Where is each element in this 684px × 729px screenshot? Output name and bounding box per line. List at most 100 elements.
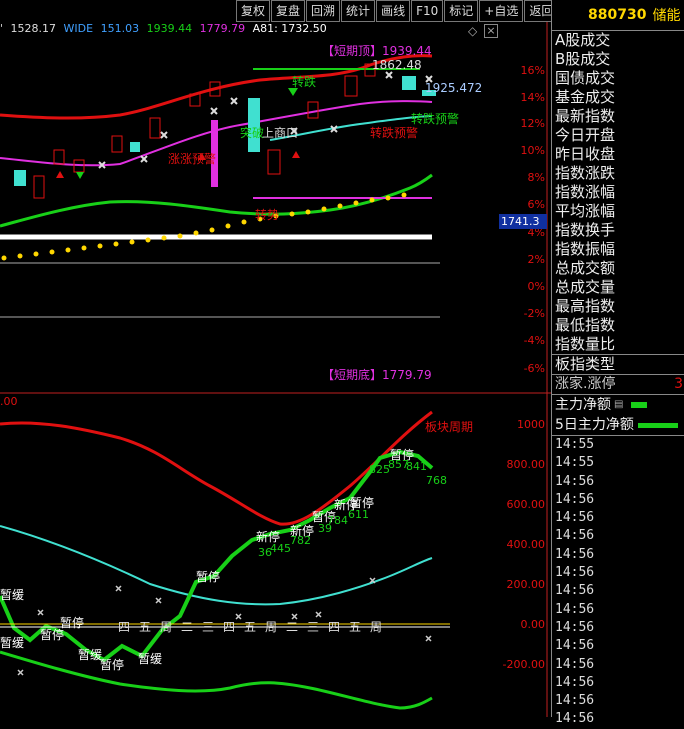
field-item[interactable]: 国债成交	[552, 69, 684, 88]
stock-code: 880730	[588, 7, 647, 23]
lower-annot: 暂停	[100, 658, 125, 672]
time-row: 14:56	[555, 491, 595, 507]
toolbar-button-2[interactable]: 回溯	[306, 0, 341, 22]
upper-axis-label: 2%	[528, 253, 545, 266]
toolbar-button-6[interactable]: 标记	[444, 0, 479, 22]
field-item[interactable]: 基金成交	[552, 88, 684, 107]
lower-num: 36	[258, 546, 272, 559]
lower-axis-label: 400.00	[507, 538, 546, 551]
time-row: 14:56	[555, 583, 595, 599]
time-row: 14:56	[555, 674, 595, 690]
lower-axis-label: 200.00	[507, 578, 546, 591]
time-list: 14:55 14:55 14:56 14:56 14:56 14:56 14:56 14:56…	[552, 436, 684, 729]
field-item[interactable]: 最高指数	[552, 297, 684, 316]
legend-5day-label: 5日主力净额	[555, 417, 634, 433]
lower-axis-label: 800.00	[507, 458, 546, 471]
lower-annot: 暂缓	[138, 652, 163, 666]
lower-annot: 暂缓	[0, 588, 25, 602]
upper-axis-label: 14%	[521, 91, 545, 104]
field-item[interactable]: 指数涨幅	[552, 183, 684, 202]
lower-axis-label: 0.00	[521, 618, 546, 631]
week-labels: 四五周二三四五周二三四五周	[118, 620, 392, 634]
upper-axis-label: 12%	[521, 117, 545, 130]
current-price-box: 1741.3	[499, 214, 547, 229]
time-row: 14:56	[555, 601, 595, 617]
time-row: 14:56	[555, 693, 595, 709]
toolbar-button-5[interactable]: F10	[411, 0, 444, 22]
field-item[interactable]: 最低指数	[552, 316, 684, 335]
toolbar-button-7[interactable]: +自选	[479, 0, 524, 22]
toolbar-button-0[interactable]: 复权	[236, 0, 271, 22]
field-item[interactable]: 今日开盘	[552, 126, 684, 145]
toolbar-button-1[interactable]: 复盘	[271, 0, 306, 22]
zhangjia-value: 3	[674, 376, 683, 392]
legend-5day-swatch	[637, 422, 678, 428]
price-2: 1925.472	[425, 81, 483, 95]
main-chart: 16%14%12%10%8%6%4%2%0%-2%-4%-6% 1000800.…	[0, 22, 551, 717]
time-row: 14:55	[555, 455, 595, 471]
field-item[interactable]: 板指类型	[552, 354, 684, 374]
time-row: 14:56	[555, 510, 595, 526]
annot-zhuangshi: 转势	[255, 208, 280, 222]
toolbar-button-3[interactable]: 统计	[341, 0, 376, 22]
annot-zhuandie: 转跌	[292, 75, 317, 89]
field-item[interactable]: 指数量比	[552, 335, 684, 354]
upper-axis-label: 8%	[528, 171, 545, 184]
field-item[interactable]: 总成交量	[552, 278, 684, 297]
field-item[interactable]: 平均涨幅	[552, 202, 684, 221]
field-item[interactable]: 最新指数	[552, 107, 684, 126]
lower-cycle-label: 板块周期	[425, 420, 474, 434]
lower-axis-label: 1000	[517, 418, 545, 431]
lower-num: 445	[270, 542, 291, 555]
wide-label: WIDE	[63, 22, 94, 35]
field-item[interactable]: 指数换手	[552, 221, 684, 240]
stock-name: 储能	[652, 8, 681, 24]
grid-icon[interactable]: ▤	[614, 395, 623, 415]
yellow-dots	[1, 192, 407, 261]
close-icon[interactable]: ×	[484, 24, 498, 38]
short-top-label: 【短期顶】1939.44	[322, 44, 432, 58]
zhangjia-label: 涨家.涨停	[555, 376, 616, 392]
field-item[interactable]: 指数振幅	[552, 240, 684, 259]
field-item[interactable]: 总成交额	[552, 259, 684, 278]
lower-axis-label: -200.00	[503, 658, 545, 671]
lower-num: 39	[318, 522, 332, 535]
lower-num: 611	[348, 508, 369, 521]
time-row: 14:56	[555, 565, 595, 581]
lower-num: 825	[369, 463, 390, 476]
indicator-info-row: ' 1528.17 WIDE 151.03 1939.44 1779.79 A8…	[0, 22, 327, 35]
annot-zhangzhi-yujing: 涨涨预警	[168, 152, 217, 166]
collapse-icon[interactable]: ◇	[468, 24, 477, 38]
annot-tupo: 突破	[240, 126, 265, 140]
field-item[interactable]: 指数涨跌	[552, 164, 684, 183]
toolbar-button-4[interactable]: 画线	[376, 0, 411, 22]
annot-zhuandie-yujing: 转跌预警	[411, 112, 460, 126]
v2-value: 1779.79	[199, 22, 246, 35]
field-item[interactable]: B股成交	[552, 50, 684, 69]
lower-num: 841	[406, 460, 427, 473]
v1-value: 1939.44	[146, 22, 193, 35]
short-bottom-label: 【短期底】1779.79	[322, 368, 432, 382]
lower-num: 768	[426, 474, 447, 487]
legend-5day: 5日主力净额	[552, 415, 684, 436]
right-panel: 880730 储能 A股成交 B股成交 国债成交 基金成交 最新指数 今日开盘 昨日收盘 指数…	[551, 0, 684, 726]
annot-zhuangjian: 转跌预警	[370, 126, 419, 140]
time-row: 14:55	[555, 437, 595, 452]
toolbar: 复权 复盘 回溯 统计 画线 F10 标记 +自选 返回	[236, 0, 559, 22]
upper-axis-label: 10%	[521, 144, 545, 157]
field-list: A股成交 B股成交 国债成交 基金成交 最新指数 今日开盘 昨日收盘 指数涨跌 指数涨幅 平均涨幅…	[552, 31, 684, 374]
lower-annot: 暂停	[40, 628, 65, 642]
field-item[interactable]: A股成交	[552, 31, 684, 50]
time-row: 14:56	[555, 656, 595, 672]
lower-axis-label: 600.00	[507, 498, 546, 511]
lower-annot: 暂停	[196, 570, 221, 584]
wide-value: 151.03	[100, 22, 140, 35]
price-1: 1862.48	[372, 58, 422, 72]
lower-scale-label: .00	[0, 395, 18, 408]
ma-value: 1528.17	[10, 22, 57, 35]
upper-axis-label: -2%	[524, 307, 545, 320]
legend-main-swatch	[631, 402, 648, 408]
field-item[interactable]: 昨日收盘	[552, 145, 684, 164]
time-row: 14:56	[555, 619, 595, 635]
time-row: 14:56	[555, 546, 595, 562]
